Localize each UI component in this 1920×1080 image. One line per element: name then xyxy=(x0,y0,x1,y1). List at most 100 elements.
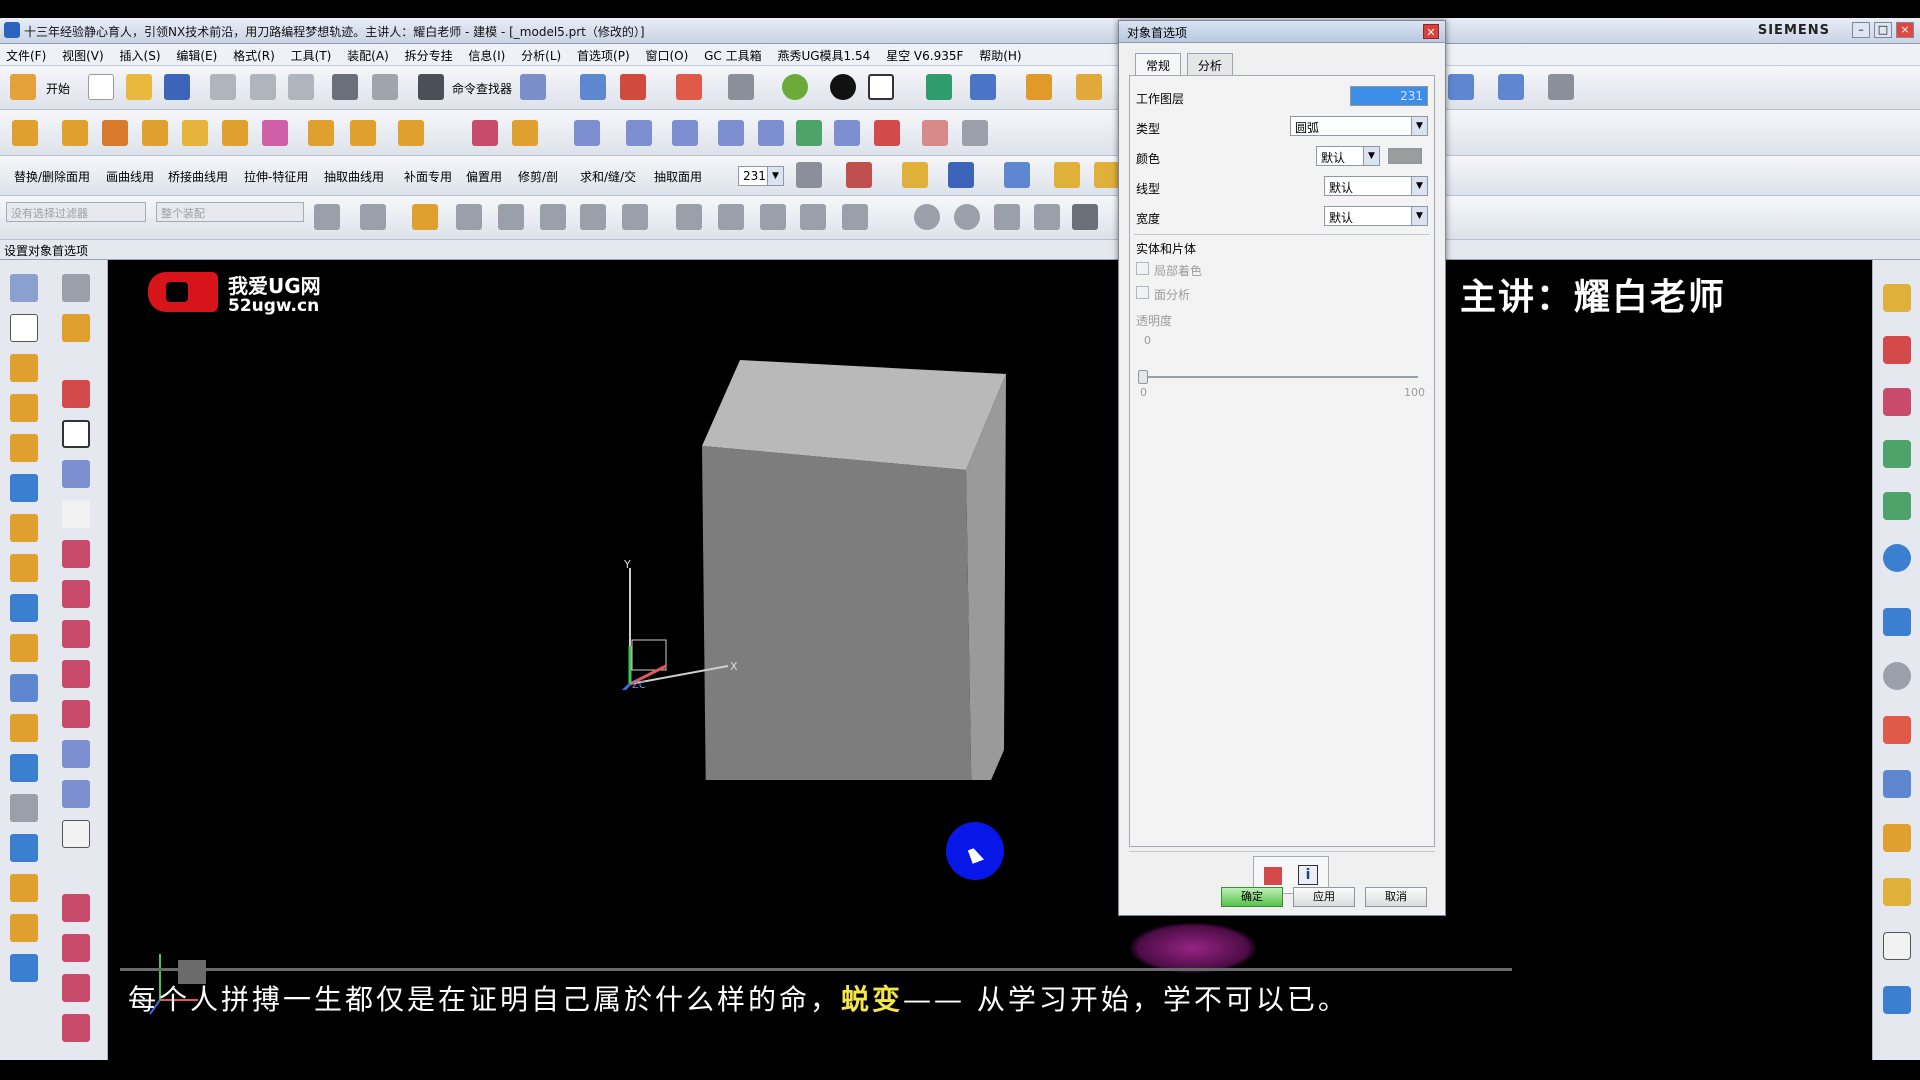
extract-icon[interactable] xyxy=(962,120,988,146)
history-icon[interactable] xyxy=(1883,608,1911,636)
chevron-down-icon[interactable]: ▼ xyxy=(767,167,783,185)
bridge-curve-icon[interactable] xyxy=(62,700,90,728)
save-icon[interactable] xyxy=(164,74,190,100)
menu-extract-face[interactable]: 抽取面用 xyxy=(654,168,702,185)
menu-edit[interactable]: 编辑(E) xyxy=(170,44,223,67)
project-curve-icon[interactable] xyxy=(62,660,90,688)
layer-manager-icon[interactable] xyxy=(1026,74,1052,100)
cut-icon[interactable] xyxy=(210,74,236,100)
isoparametric-icon[interactable] xyxy=(62,894,90,922)
replace-face-icon[interactable] xyxy=(10,954,38,982)
minimize-button[interactable]: – xyxy=(1852,22,1870,38)
menu-split[interactable]: 拆分专挂 xyxy=(399,44,459,67)
menu-gc-toolkit[interactable]: GC 工具箱 xyxy=(698,44,768,67)
hole-icon[interactable] xyxy=(102,120,128,146)
existing-point-icon[interactable] xyxy=(994,204,1020,230)
orient-wcs-icon[interactable] xyxy=(970,74,996,100)
hd3d-icon[interactable] xyxy=(1883,492,1911,520)
curve-tool-icon[interactable] xyxy=(1498,74,1524,100)
point-grid-icon[interactable] xyxy=(580,204,606,230)
view-orient-icon[interactable] xyxy=(830,74,856,100)
menu-insert[interactable]: 插入(S) xyxy=(114,44,167,67)
arc-icon[interactable] xyxy=(62,460,90,488)
block-icon[interactable] xyxy=(142,120,168,146)
mirror-icon[interactable] xyxy=(10,554,38,582)
intersection-icon[interactable] xyxy=(842,204,868,230)
work-layer-input[interactable]: 231 xyxy=(1350,86,1428,106)
law-extension-icon[interactable] xyxy=(834,120,860,146)
linetype-select[interactable]: 默认 ▼ xyxy=(1324,176,1428,196)
chamfer-icon[interactable] xyxy=(10,714,38,742)
menu-extract-curve[interactable]: 抽取曲线用 xyxy=(324,168,384,185)
selection-scope-icon[interactable] xyxy=(360,204,386,230)
unite-icon[interactable] xyxy=(10,834,38,862)
manufacturing-wizard-icon[interactable] xyxy=(1883,932,1911,960)
pattern-side-icon[interactable] xyxy=(10,514,38,542)
menu-analysis[interactable]: 分析(L) xyxy=(515,44,567,67)
menu-info[interactable]: 信息(I) xyxy=(462,44,511,67)
scope-select[interactable]: 整个装配 xyxy=(156,202,304,222)
render-style-icon[interactable] xyxy=(728,74,754,100)
menu-yanxiu[interactable]: 燕秀UG模具1.54 xyxy=(771,44,876,67)
edit-tool-icon[interactable] xyxy=(520,74,546,100)
assembly-navigator-icon[interactable] xyxy=(1883,284,1911,312)
start-label[interactable]: 开始 xyxy=(46,80,70,97)
menu-bridge-curve[interactable]: 桥接曲线用 xyxy=(168,168,228,185)
swept-icon[interactable] xyxy=(672,120,698,146)
sew-icon[interactable] xyxy=(922,120,948,146)
menu-unite-sew[interactable]: 求和/缝/交 xyxy=(580,168,636,185)
rectangle-select-icon[interactable] xyxy=(622,204,648,230)
curve-snap-icon[interactable] xyxy=(800,204,826,230)
paste-icon[interactable] xyxy=(288,74,314,100)
partial-shading-checkbox[interactable] xyxy=(1136,262,1149,275)
clock-icon[interactable] xyxy=(1883,662,1911,690)
copy-icon[interactable] xyxy=(250,74,276,100)
process-studio-icon[interactable] xyxy=(1883,878,1911,906)
info-icon[interactable]: i xyxy=(1298,865,1318,885)
revolve-icon[interactable] xyxy=(62,120,88,146)
trim-body-icon[interactable] xyxy=(308,120,334,146)
blend-icon[interactable] xyxy=(262,120,288,146)
menu-replace-delete[interactable]: 替换/删除面用 xyxy=(14,168,90,185)
menu-window[interactable]: 窗口(O) xyxy=(639,44,694,67)
extrude-side-icon[interactable] xyxy=(10,354,38,382)
roles-icon[interactable] xyxy=(1883,824,1911,852)
through-curves-icon[interactable] xyxy=(574,120,600,146)
web-browser-icon[interactable] xyxy=(1883,544,1911,572)
wcs-icon[interactable] xyxy=(926,74,952,100)
subtract-icon[interactable] xyxy=(10,874,38,902)
transform-icon[interactable] xyxy=(620,74,646,100)
system-scenes-icon[interactable] xyxy=(1883,986,1911,1014)
surface-tool-icon[interactable] xyxy=(1448,74,1474,100)
grid-icon[interactable] xyxy=(1004,162,1030,188)
midpoint-icon[interactable] xyxy=(718,204,744,230)
maximize-button[interactable]: □ xyxy=(1874,22,1892,38)
type-select[interactable]: 圆弧 ▼ xyxy=(1290,116,1428,136)
sketch-icon[interactable] xyxy=(10,274,38,302)
offset-region-icon[interactable] xyxy=(10,634,38,662)
assembly-icon[interactable] xyxy=(1076,74,1102,100)
chevron-down-icon[interactable]: ▼ xyxy=(1411,177,1427,195)
curve-length-icon[interactable] xyxy=(62,974,90,1002)
shell-side-icon[interactable] xyxy=(10,754,38,782)
play-icon[interactable] xyxy=(948,162,974,188)
palette-icon[interactable] xyxy=(1883,716,1911,744)
solid-select-icon[interactable] xyxy=(498,204,524,230)
undo-icon[interactable] xyxy=(332,74,358,100)
reuse-library-icon[interactable] xyxy=(1883,440,1911,468)
datum-csys-icon[interactable] xyxy=(62,314,90,342)
menu-patch-face[interactable]: 补面专用 xyxy=(404,168,452,185)
color-select[interactable]: 默认 ▼ xyxy=(1316,146,1380,166)
menu-help[interactable]: 帮助(H) xyxy=(973,44,1027,67)
menu-extrude-feature[interactable]: 拉伸-特征用 xyxy=(244,168,308,185)
width-select[interactable]: 默认 ▼ xyxy=(1324,206,1428,226)
fit-view-icon[interactable] xyxy=(676,74,702,100)
menu-xingkong[interactable]: 星空 V6.935F xyxy=(880,44,969,67)
open-folder-icon[interactable] xyxy=(126,74,152,100)
point-on-face-icon[interactable] xyxy=(1072,204,1098,230)
offset-face-icon[interactable] xyxy=(472,120,498,146)
dialog-close-icon[interactable]: ✕ xyxy=(1423,24,1439,39)
fillet-curve-icon[interactable] xyxy=(62,580,90,608)
menu-view[interactable]: 视图(V) xyxy=(56,44,110,67)
redo-icon[interactable] xyxy=(372,74,398,100)
